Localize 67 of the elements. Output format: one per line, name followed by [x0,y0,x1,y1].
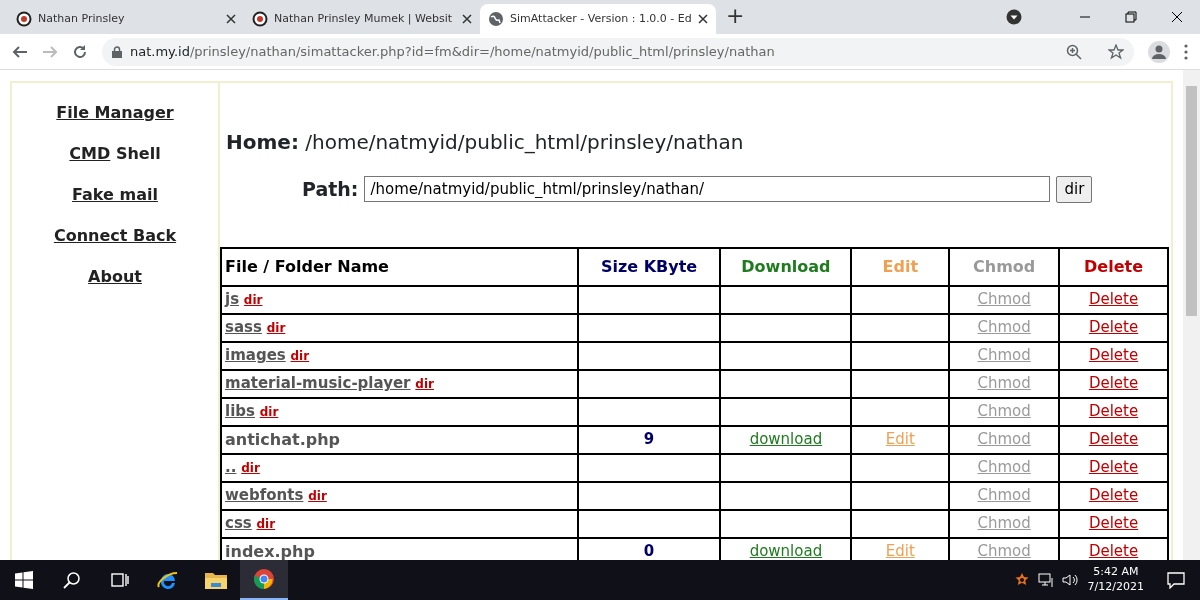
internet-explorer-icon[interactable] [157,569,179,591]
lock-icon [112,45,122,58]
star-icon[interactable] [1108,43,1124,60]
file-size: 0 [643,542,655,560]
new-tab-button[interactable]: + [716,0,755,34]
path-field[interactable]: /home/natmyid/public_html/prinsley/nathan/ [364,176,1051,203]
dir-tag: dir [308,489,327,504]
notification-icon[interactable] [1167,571,1185,589]
column-header: Edit [851,247,950,286]
folder-link[interactable]: libs [225,402,255,421]
column-header: Size KByte [577,247,721,286]
column-header: Chmod [949,247,1060,286]
sidebar-link[interactable]: CMD Shell [69,142,161,166]
dir-tag: dir [415,377,434,392]
column-header: Delete [1059,247,1168,286]
path-label: Path: [302,177,359,202]
sidebar-link[interactable]: File Manager [56,101,174,125]
close-icon[interactable] [226,14,236,24]
folder-link[interactable]: js [225,290,240,309]
column-header: File / Folder Name [221,247,578,286]
clock-time[interactable]: 5:42 AM [1087,565,1144,580]
browser-tab[interactable]: Nathan Prinsley [8,4,244,34]
home-path: /home/natmyid/public_html/prinsley/nathan [305,130,744,154]
logo-icon [16,11,32,27]
chrome-icon[interactable] [253,568,275,590]
back-arrow-icon[interactable] [12,43,28,60]
dir-tag: dir [290,349,310,364]
home-label: Home: [226,130,299,154]
folder-link[interactable]: webfonts [225,486,304,505]
network-icon[interactable] [1037,572,1054,588]
profile-icon[interactable] [1148,40,1170,63]
globe-icon [488,11,504,27]
browser-tab[interactable]: Nathan Prinsley Mumek | Websit [244,4,480,34]
more-menu-icon[interactable] [1184,43,1188,60]
clock-date[interactable]: 7/12/2021 [1087,580,1144,595]
file-name: index.php [225,541,315,560]
sidebar-link[interactable]: About [88,265,142,289]
dir-tag: dir [243,293,263,308]
folder-link[interactable]: .. [225,458,237,477]
folder-link[interactable]: images [225,346,286,365]
folder-link[interactable]: material-music-player [225,374,411,393]
scrollbar[interactable] [1183,70,1200,560]
file-name: antichat.php [225,429,340,449]
dir-button[interactable]: dir [1056,175,1093,203]
column-header: Download [720,247,852,286]
logo-icon [252,11,268,27]
browser-tab[interactable]: SimAttacker - Version : 1.0.0 - Ed [480,4,716,34]
search-icon[interactable] [63,571,81,589]
dir-tag: dir [241,461,260,476]
sidebar-link[interactable]: Fake mail [72,183,158,207]
dir-tag: dir [266,321,286,336]
folder-link[interactable]: sass [225,318,262,337]
dropdown-icon[interactable] [1006,9,1022,25]
windows-start-icon[interactable] [15,571,33,589]
forward-arrow-icon [42,43,58,60]
close-icon[interactable] [462,14,472,24]
folder-icon[interactable] [205,571,227,589]
file-size: 9 [643,430,655,449]
close-icon[interactable] [698,14,708,24]
sidebar-link[interactable]: Connect Back [53,224,177,248]
volume-icon[interactable] [1061,572,1080,588]
reload-icon[interactable] [72,43,88,60]
dir-tag: dir [259,405,279,420]
task-view-icon[interactable] [111,571,129,589]
folder-link[interactable]: css [225,514,252,533]
dir-tag: dir [256,517,276,532]
zoom-icon[interactable] [1066,43,1082,60]
